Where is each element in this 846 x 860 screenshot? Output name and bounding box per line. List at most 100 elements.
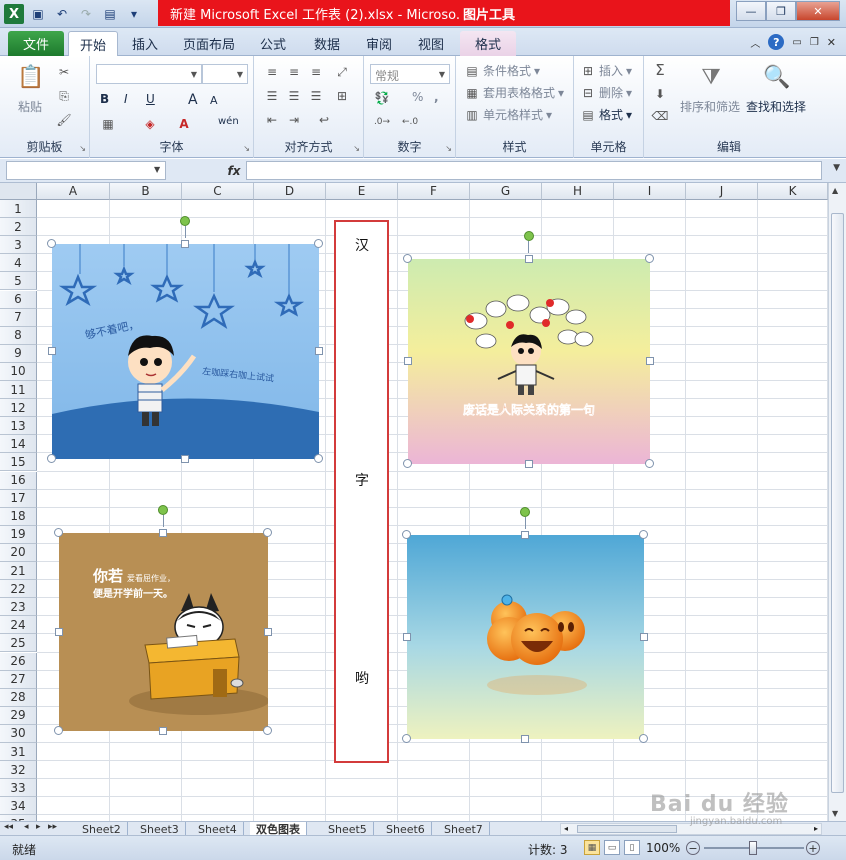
resize-handle-e[interactable] bbox=[315, 347, 323, 355]
cell-e27[interactable]: 哟 bbox=[352, 668, 372, 688]
resize-handle-s[interactable] bbox=[181, 455, 189, 463]
name-box[interactable] bbox=[6, 161, 166, 180]
row-header[interactable]: 1 bbox=[0, 200, 37, 219]
picture-emoticon-balls[interactable] bbox=[402, 507, 648, 743]
row-header[interactable]: 22 bbox=[0, 580, 37, 599]
increase-indent-icon[interactable]: ⇥ bbox=[286, 112, 302, 128]
prev-sheet-icon[interactable]: ◂ bbox=[24, 822, 29, 832]
column-header[interactable]: A bbox=[37, 183, 110, 200]
cell-e16[interactable]: 字 bbox=[352, 470, 372, 490]
tab-insert[interactable]: 插入 bbox=[122, 31, 168, 56]
minimize-window-icon[interactable]: ▭ bbox=[792, 37, 801, 48]
last-sheet-icon[interactable]: ▸▸ bbox=[48, 822, 57, 832]
row-header[interactable]: 20 bbox=[0, 543, 37, 562]
row-header[interactable]: 3 bbox=[0, 236, 37, 255]
formula-input[interactable] bbox=[246, 161, 822, 180]
resize-handle-ne[interactable] bbox=[639, 530, 648, 539]
resize-handle-ne[interactable] bbox=[314, 239, 323, 248]
row-header[interactable]: 8 bbox=[0, 326, 37, 345]
row-header[interactable]: 12 bbox=[0, 399, 37, 418]
vertical-scrollbar[interactable]: ▲ ▼ bbox=[828, 183, 846, 821]
tab-review[interactable]: 审阅 bbox=[356, 31, 402, 56]
format-painter-icon[interactable]: 🖌 bbox=[56, 112, 72, 128]
resize-handle-se[interactable] bbox=[314, 454, 323, 463]
row-header[interactable]: 33 bbox=[0, 779, 37, 798]
resize-handle-nw[interactable] bbox=[403, 254, 412, 263]
zoom-out-button[interactable]: − bbox=[686, 841, 700, 855]
alignment-launcher-icon[interactable]: ↘ bbox=[353, 144, 360, 153]
phonetic-button[interactable]: wén bbox=[218, 116, 239, 127]
underline-button[interactable]: U bbox=[146, 92, 155, 106]
resize-handle-w[interactable] bbox=[403, 633, 411, 641]
cell-e3[interactable]: 汉 bbox=[352, 235, 372, 255]
format-cells-button[interactable]: ▤ 格式 ▾ bbox=[580, 106, 632, 123]
tab-format[interactable]: 格式 bbox=[460, 31, 516, 56]
row-header[interactable]: 13 bbox=[0, 417, 37, 436]
picture-3-rotate-handle[interactable] bbox=[158, 505, 168, 515]
row-header[interactable]: 25 bbox=[0, 634, 37, 653]
row-header[interactable]: 18 bbox=[0, 507, 37, 526]
picture-cartoon-cat-desk[interactable]: 你若 爱看屈作业， 便是开学前一天。 bbox=[54, 505, 272, 735]
resize-handle-nw[interactable] bbox=[402, 530, 411, 539]
decrease-decimal-icon[interactable]: ←.0 bbox=[402, 114, 418, 130]
resize-handle-se[interactable] bbox=[645, 459, 654, 468]
zoom-in-button[interactable]: + bbox=[806, 841, 820, 855]
next-sheet-icon[interactable]: ▸ bbox=[36, 822, 41, 832]
row-header[interactable]: 4 bbox=[0, 254, 37, 273]
align-center-icon[interactable]: ☰ bbox=[286, 88, 302, 104]
align-middle-icon[interactable]: ≡ bbox=[286, 64, 302, 80]
scroll-down-icon[interactable]: ▼ bbox=[832, 809, 838, 818]
orientation-icon[interactable]: ⤢ bbox=[334, 64, 350, 80]
column-header[interactable]: J bbox=[686, 183, 758, 200]
insert-cells-button[interactable]: ⊞ 插入 ▾ bbox=[580, 62, 632, 79]
undo-icon[interactable]: ↶ bbox=[52, 4, 72, 24]
row-header[interactable]: 16 bbox=[0, 471, 37, 490]
paste-icon[interactable]: 📋 bbox=[16, 62, 46, 92]
picture-1-rotate-handle[interactable] bbox=[180, 216, 190, 226]
row-header[interactable]: 32 bbox=[0, 761, 37, 780]
column-header[interactable]: K bbox=[758, 183, 828, 200]
vertical-scroll-thumb[interactable] bbox=[831, 213, 844, 793]
fill-icon[interactable]: ⬇ bbox=[652, 86, 668, 102]
delete-cells-button[interactable]: ⊟ 删除 ▾ bbox=[580, 84, 632, 101]
number-format-combo[interactable]: 常规 ▼ bbox=[370, 64, 450, 84]
redo-icon[interactable]: ↷ bbox=[76, 4, 96, 24]
row-header[interactable]: 24 bbox=[0, 616, 37, 635]
paste-button[interactable]: 粘贴 bbox=[18, 98, 42, 115]
resize-handle-se[interactable] bbox=[639, 734, 648, 743]
resize-handle-w[interactable] bbox=[55, 628, 63, 636]
normal-view-icon[interactable]: ▦ bbox=[584, 840, 600, 855]
tab-file[interactable]: 文件 bbox=[8, 31, 64, 56]
sheet-tab[interactable]: Sheet6 bbox=[380, 822, 432, 836]
first-sheet-icon[interactable]: ◂◂ bbox=[4, 822, 13, 832]
resize-handle-ne[interactable] bbox=[645, 254, 654, 263]
font-color-icon[interactable]: A bbox=[176, 116, 192, 132]
percent-button[interactable]: % bbox=[412, 90, 423, 104]
sheet-tab[interactable]: Sheet2 bbox=[76, 822, 128, 836]
conditional-format-button[interactable]: ▤ 条件格式 ▾ bbox=[464, 62, 540, 79]
row-header[interactable]: 11 bbox=[0, 381, 37, 400]
row-header[interactable]: 26 bbox=[0, 652, 37, 671]
resize-handle-sw[interactable] bbox=[403, 459, 412, 468]
scroll-up-icon[interactable]: ▲ bbox=[832, 186, 838, 195]
tab-page-layout[interactable]: 页面布局 bbox=[176, 31, 242, 56]
increase-decimal-icon[interactable]: .0→ bbox=[374, 114, 390, 130]
resize-handle-sw[interactable] bbox=[54, 726, 63, 735]
zoom-slider-thumb[interactable] bbox=[749, 841, 757, 855]
resize-handle-ne[interactable] bbox=[263, 528, 272, 537]
row-header[interactable]: 34 bbox=[0, 797, 37, 816]
column-header[interactable]: H bbox=[542, 183, 614, 200]
decrease-indent-icon[interactable]: ⇤ bbox=[264, 112, 280, 128]
row-header[interactable]: 21 bbox=[0, 562, 37, 581]
row-header[interactable]: 2 bbox=[0, 218, 37, 237]
row-header[interactable]: 27 bbox=[0, 670, 37, 689]
customize-qat-icon[interactable]: ▾ bbox=[124, 4, 144, 24]
resize-handle-n[interactable] bbox=[159, 529, 167, 537]
row-header[interactable]: 14 bbox=[0, 435, 37, 454]
picture-cartoon-bubbles[interactable]: 废话是人际关系的第一句 bbox=[403, 231, 654, 468]
row-header[interactable]: 5 bbox=[0, 272, 37, 291]
resize-handle-nw[interactable] bbox=[54, 528, 63, 537]
format-as-table-button[interactable]: ▦ 套用表格格式 ▾ bbox=[464, 84, 564, 101]
cut-icon[interactable]: ✂ bbox=[56, 64, 72, 80]
column-header[interactable]: I bbox=[614, 183, 686, 200]
